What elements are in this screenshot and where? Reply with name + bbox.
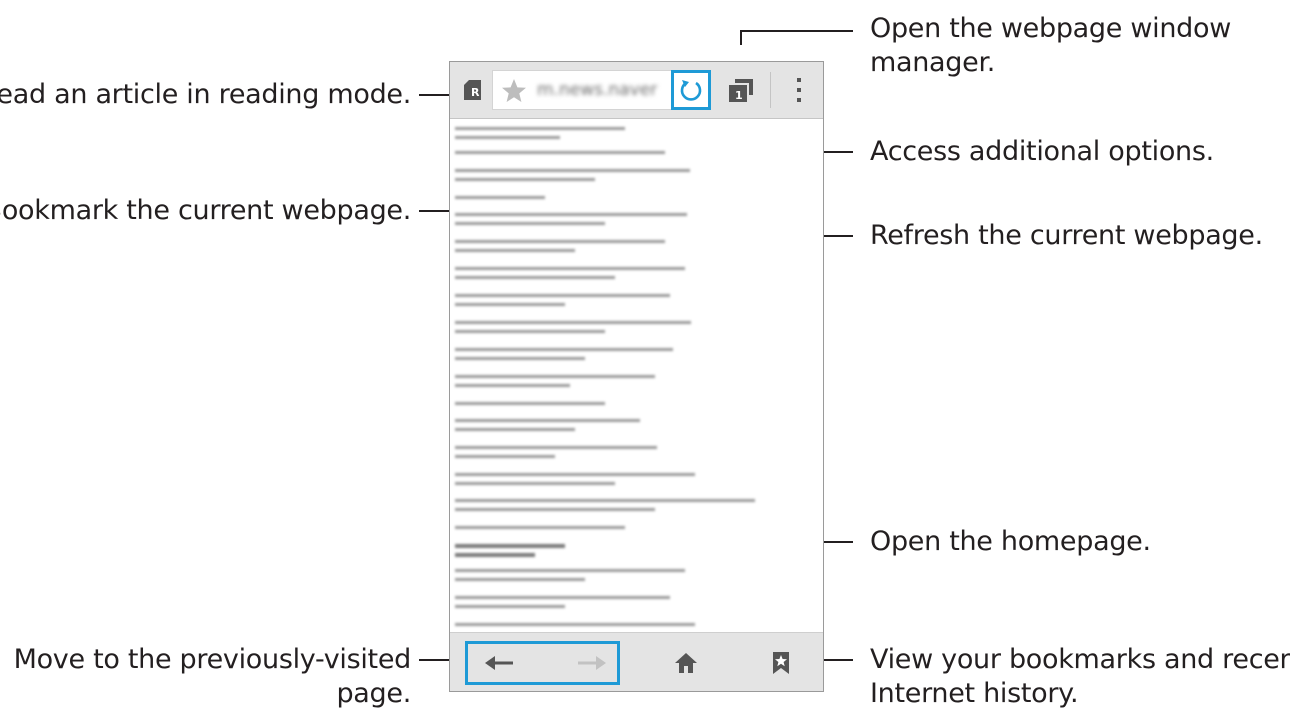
page-content (450, 119, 823, 635)
browser-toolbar: R m.news.naver 1 (450, 62, 823, 119)
callout-previous-page-line1: Move to the previously-visited (13, 644, 412, 675)
more-vertical-icon[interactable] (795, 76, 803, 104)
refresh-icon[interactable] (677, 76, 705, 104)
callout-previous-page-line2: page. (336, 678, 411, 709)
callout-reading-mode: Read an article in reading mode. (0, 79, 411, 110)
window-manager-icon[interactable]: 1 (729, 79, 753, 103)
callout-homepage: Open the homepage. (870, 526, 1151, 557)
reading-mode-icon[interactable]: R (461, 79, 483, 101)
star-icon[interactable] (501, 78, 527, 104)
home-icon[interactable] (674, 652, 698, 674)
browser-bottom-bar (450, 632, 823, 691)
browser-screen: R m.news.naver 1 (449, 61, 824, 692)
callout-refresh: Refresh the current webpage. (870, 220, 1263, 251)
callout-window-manager: Open the webpage window manager. (870, 12, 1231, 80)
callout-bookmarks-history-line2: Internet history. (870, 678, 1079, 709)
callout-bookmarks-history: View your bookmarks and recent Internet … (870, 643, 1290, 711)
arrow-right-icon[interactable] (578, 653, 606, 673)
toolbar-divider (770, 72, 771, 108)
callout-previous-page: Move to the previously-visited page. (13, 643, 412, 711)
window-count: 1 (735, 89, 743, 102)
callout-bookmarks-history-line1: View your bookmarks and recent (870, 644, 1290, 675)
reading-mode-badge: R (471, 86, 480, 99)
callout-window-manager-line2: manager. (870, 47, 996, 78)
callout-bookmark-page: Bookmark the current webpage. (0, 195, 411, 226)
callout-additional-options: Access additional options. (870, 136, 1214, 167)
url-text: m.news.naver (537, 80, 658, 100)
arrow-left-icon[interactable] (485, 653, 513, 673)
callout-window-manager-line1: Open the webpage window (870, 13, 1231, 44)
bookmarks-icon[interactable] (771, 651, 791, 675)
page-content-text (455, 127, 755, 626)
